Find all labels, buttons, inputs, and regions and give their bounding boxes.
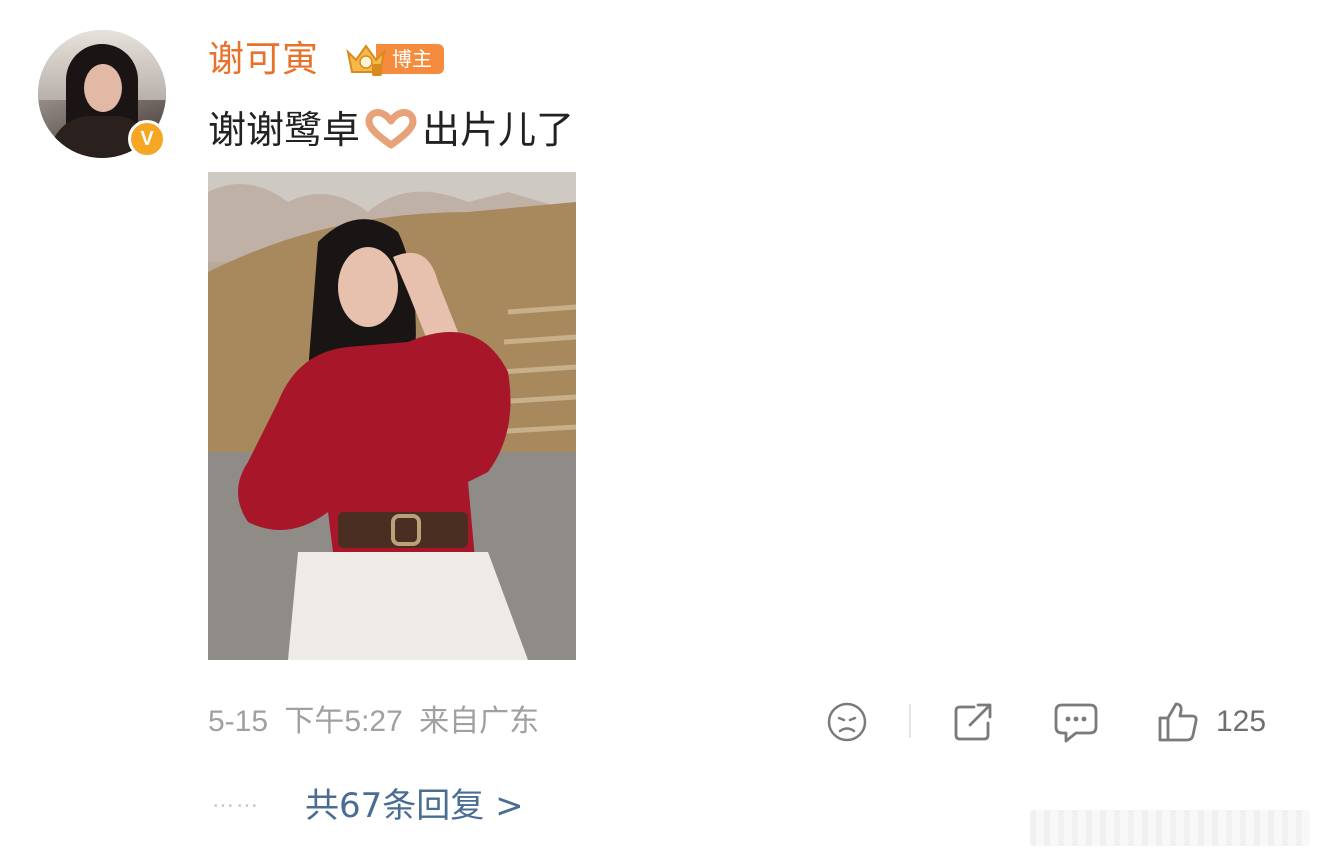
post-location: 来自广东 xyxy=(419,705,540,738)
comment-icon xyxy=(1054,703,1098,743)
post-photo[interactable] xyxy=(208,172,576,660)
heart-hands-icon xyxy=(364,109,418,149)
share-icon xyxy=(954,703,992,741)
verified-badge-icon: V xyxy=(128,120,166,158)
post-meta: 5-15 下午5:27 来自广东 xyxy=(208,700,539,744)
like-count: 125 xyxy=(1216,705,1267,738)
avatar[interactable]: V xyxy=(38,30,168,160)
post-date: 5-15 xyxy=(208,705,269,738)
thumbs-up-icon xyxy=(1158,702,1198,742)
like-button[interactable]: 125 xyxy=(1156,698,1266,746)
username[interactable]: 谢可寅 xyxy=(208,36,319,84)
share-button[interactable] xyxy=(952,698,994,746)
comment-button[interactable] xyxy=(1054,698,1098,746)
watermark xyxy=(1030,810,1310,846)
sad-face-icon xyxy=(827,702,867,742)
post-time: 下午5:27 xyxy=(284,705,403,738)
post-text-after: 出片儿了 xyxy=(422,108,575,152)
replies-dots: …… xyxy=(212,788,260,813)
post-text: 谢谢鹭卓 出片儿了 xyxy=(208,104,574,156)
blogger-badge[interactable]: 博主 xyxy=(344,40,444,78)
action-divider xyxy=(909,704,911,738)
dislike-button[interactable] xyxy=(826,698,868,746)
view-replies-link[interactable]: 共67条回复 > xyxy=(305,782,524,830)
post-text-before: 谢谢鹭卓 xyxy=(208,108,361,152)
crown-icon xyxy=(344,40,386,78)
